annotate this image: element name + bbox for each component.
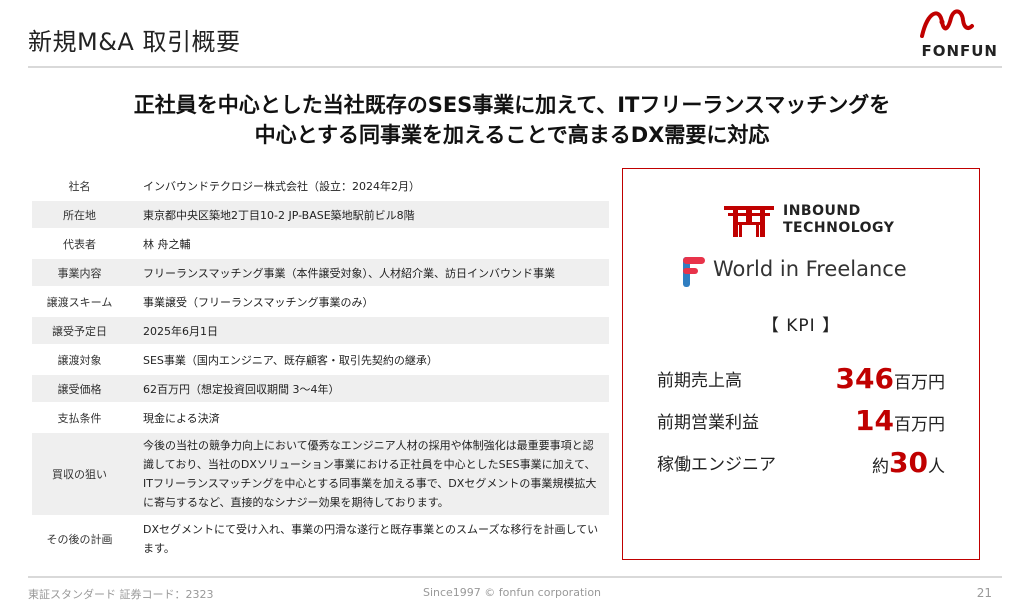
table-row: 社名 インバウンドテクロジー株式会社（設立：2024年2月） — [32, 172, 609, 199]
table-row: 支払条件 現金による決済 — [32, 404, 609, 431]
row-label: 譲渡スキーム — [46, 295, 113, 309]
row-value: 62百万円（想定投資回収期間 3～4年） — [127, 375, 609, 402]
row-label: 支払条件 — [57, 411, 102, 425]
kpi-value: 14百万円 — [855, 404, 945, 437]
kpi-unit: 百万円 — [894, 373, 945, 393]
row-label: 譲受価格 — [32, 375, 127, 402]
kpi-heading: 【 KPI 】 — [761, 316, 841, 336]
brand-name: FONFUN — [921, 42, 998, 60]
table-row: 事業内容 フリーランスマッチング事業（本件譲受対象）、人材紹介業、訪日インバウン… — [32, 259, 609, 286]
kpi-row-revenue: 前期売上高 346百万円 — [657, 359, 945, 395]
world-in-freelance-logo: World in Freelance — [681, 255, 941, 291]
table-row: 譲渡対象 SES事業（国内エンジニア、既存顧客・取引先契約の継承） — [32, 346, 609, 373]
row-label: 譲渡対象 — [57, 353, 102, 367]
kpi-row-operating-profit: 前期営業利益 14百万円 — [657, 401, 945, 437]
fonfun-logo: FONFUN — [888, 6, 998, 62]
torii-gate-icon — [724, 206, 774, 237]
table-row: 買収の狙い 今後の当社の競争力向上において優秀なエンジニア人材の採用や体制強化は… — [32, 433, 609, 515]
row-value: 2025年6月1日 — [127, 317, 609, 344]
fonfun-swirl-icon — [920, 9, 974, 38]
row-value: インバウンドテクロジー株式会社（設立：2024年2月） — [143, 179, 420, 193]
row-label: 事業内容 — [32, 259, 127, 286]
row-label: 所在地 — [32, 201, 127, 228]
footer-copyright: Since1997 © fonfun corporation — [422, 586, 602, 599]
logo-line-2: TECHNOLOGY — [783, 220, 895, 236]
table-row: 譲受価格 62百万円（想定投資回収期間 3～4年） — [32, 375, 609, 402]
footer-divider — [28, 576, 1002, 578]
kpi-label: 稼働エンジニア — [657, 455, 776, 475]
row-value: 今後の当社の競争力向上において優秀なエンジニア人材の採用や体制強化は最重要事項と… — [127, 433, 609, 515]
kpi-prefix: 約 — [872, 457, 890, 477]
table-row: その後の計画 DXセグメントにて受け入れ、事業の円滑な遂行と既存事業とのスムーズ… — [32, 517, 609, 561]
kpi-value: 346百万円 — [836, 362, 945, 395]
kpi-number: 14 — [855, 404, 894, 437]
title-divider — [28, 66, 1002, 68]
row-value: フリーランスマッチング事業（本件譲受対象）、人材紹介業、訪日インバウンド事業 — [127, 259, 609, 286]
row-label: 代表者 — [63, 237, 96, 251]
table-row: 譲渡スキーム 事業譲受（フリーランスマッチング事業のみ） — [32, 288, 609, 315]
row-value: 東京都中央区築地2丁目10-2 JP-BASE築地駅前ビル8階 — [127, 201, 609, 228]
table-row: 譲受予定日 2025年6月1日 — [32, 317, 609, 344]
row-value: 現金による決済 — [143, 411, 220, 425]
kpi-value: 約30人 — [872, 446, 945, 479]
logo-line-1: INBOUND — [783, 203, 861, 219]
headline-line-2: 中心とする同事業を加えることで高まるDX需要に対応 — [254, 123, 770, 147]
kpi-number: 346 — [835, 362, 894, 395]
row-value: SES事業（国内エンジニア、既存顧客・取引先契約の継承） — [143, 353, 438, 367]
kpi-panel: INBOUND TECHNOLOGY World in Freelance 【 … — [622, 168, 980, 560]
kpi-unit: 人 — [928, 457, 945, 477]
page-number: 21 — [976, 586, 992, 600]
row-label: その後の計画 — [46, 533, 113, 546]
kpi-label: 前期営業利益 — [657, 413, 759, 433]
kpi-label: 前期売上高 — [657, 371, 742, 391]
inbound-technology-logo: INBOUND TECHNOLOGY — [723, 203, 894, 239]
page-title: 新規M&A 取引概要 — [28, 28, 241, 56]
row-label: 買収の狙い — [32, 433, 127, 515]
freelance-f-icon — [683, 257, 705, 287]
kpi-row-engineers: 稼働エンジニア 約30人 — [657, 443, 945, 479]
service-name: World in Freelance — [713, 257, 907, 281]
kpi-unit: 百万円 — [894, 415, 945, 435]
inbound-technology-wordmark: INBOUND TECHNOLOGY — [783, 203, 894, 237]
headline-line-1: 正社員を中心とした当社既存のSES事業に加えて、ITフリーランスマッチングを — [133, 93, 891, 117]
company-info-table: 社名 インバウンドテクロジー株式会社（設立：2024年2月） 所在地 東京都中央… — [32, 170, 609, 563]
row-value: 林 舟之輔 — [143, 237, 191, 251]
table-row: 所在地 東京都中央区築地2丁目10-2 JP-BASE築地駅前ビル8階 — [32, 201, 609, 228]
table-row: 代表者 林 舟之輔 — [32, 230, 609, 257]
kpi-number: 30 — [889, 446, 928, 479]
row-label: 社名 — [68, 179, 91, 193]
row-value: 事業譲受（フリーランスマッチング事業のみ） — [143, 295, 374, 309]
row-label: 譲受予定日 — [32, 317, 127, 344]
row-value: DXセグメントにて受け入れ、事業の円滑な遂行と既存事業とのスムーズな移行を計画し… — [143, 523, 599, 555]
headline: 正社員を中心とした当社既存のSES事業に加えて、ITフリーランスマッチングを 中… — [40, 90, 984, 150]
